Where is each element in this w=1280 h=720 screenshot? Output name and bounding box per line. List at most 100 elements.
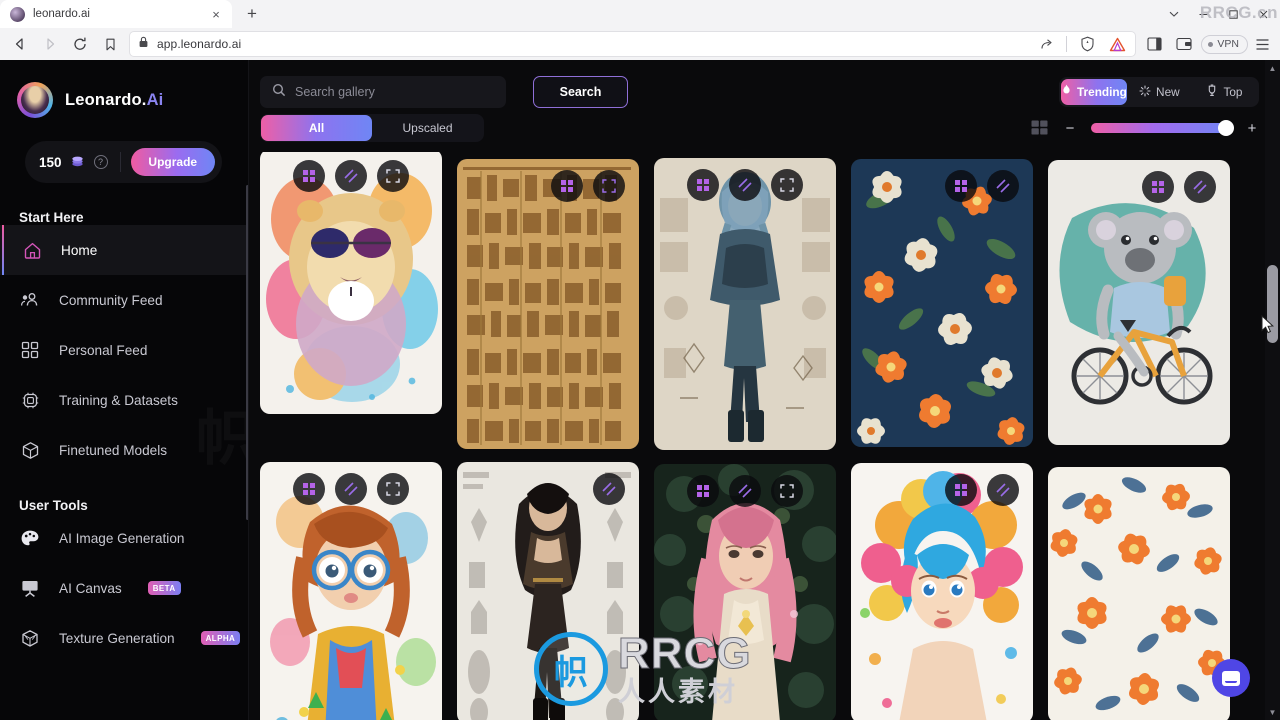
- address-bar-url: app.leonardo.ai: [157, 37, 242, 51]
- gallery-card-floral-pattern-light[interactable]: [1048, 467, 1230, 720]
- image-variations-icon[interactable]: [335, 473, 367, 505]
- flame-icon: [1061, 84, 1072, 100]
- coins-icon: [70, 154, 85, 170]
- brand-header[interactable]: Leonardo.Ai: [0, 60, 248, 118]
- zoom-slider[interactable]: [1091, 120, 1234, 136]
- easel-icon: [19, 577, 41, 599]
- trophy-icon: [1206, 84, 1218, 100]
- image-variations-icon[interactable]: [729, 169, 761, 201]
- sidebar-item-label: Community Feed: [59, 292, 163, 308]
- scroll-up-arrow-icon[interactable]: ▲: [1265, 60, 1280, 76]
- gallery-card-girl-glasses[interactable]: [260, 462, 442, 720]
- image-variations-icon[interactable]: [1184, 171, 1216, 203]
- brand-name: Leonardo.Ai: [65, 91, 163, 110]
- expand-fullscreen-icon[interactable]: [377, 160, 409, 192]
- lock-icon: [138, 35, 149, 53]
- expand-fullscreen-icon[interactable]: [771, 169, 803, 201]
- gallery-card-rainbow-hair-girl[interactable]: [851, 463, 1033, 720]
- intercom-chat-button[interactable]: [1212, 659, 1250, 697]
- remix-image-icon[interactable]: [1142, 171, 1174, 203]
- scroll-down-arrow-icon[interactable]: ▼: [1265, 704, 1280, 720]
- remix-image-icon[interactable]: [551, 170, 583, 202]
- brave-shields-icon[interactable]: [1077, 34, 1097, 54]
- hamburger-menu-icon[interactable]: [1250, 34, 1274, 54]
- card-image: [654, 158, 836, 450]
- remix-image-icon[interactable]: [293, 473, 325, 505]
- gallery-scroll-area[interactable]: [260, 152, 1260, 720]
- sidebar-item-finetuned-models[interactable]: Finetuned Models: [0, 425, 248, 475]
- page-scrollbar[interactable]: ▲ ▼: [1265, 60, 1280, 720]
- gallery-card-hieroglyphs[interactable]: [457, 159, 639, 449]
- search-button[interactable]: Search: [533, 76, 628, 108]
- gallery-card-lion[interactable]: [260, 152, 442, 414]
- sidebar-item-texture-generation[interactable]: Texture Generation ALPHA: [0, 613, 248, 663]
- sidebar-item-ai-canvas[interactable]: AI Canvas BETA: [0, 563, 248, 613]
- gallery-toolbar: Search gallery Search Trending New Top A…: [249, 60, 1280, 152]
- browser-tab-leonardo[interactable]: leonardo.ai ×: [0, 0, 232, 28]
- new-tab-button[interactable]: +: [238, 1, 266, 27]
- remix-image-icon[interactable]: [687, 475, 719, 507]
- gallery-card-blue-hair-warrior[interactable]: [654, 158, 836, 450]
- remix-image-icon[interactable]: [945, 474, 977, 506]
- remix-image-icon[interactable]: [293, 160, 325, 192]
- remix-image-icon[interactable]: [945, 170, 977, 202]
- tab-label: Trending: [1077, 85, 1127, 99]
- filter-tab-group: All Upscaled: [260, 114, 484, 142]
- sidebar-panel-icon[interactable]: [1141, 34, 1167, 54]
- address-bar[interactable]: app.leonardo.ai: [130, 32, 1136, 56]
- sidebar-item-ai-image-generation[interactable]: AI Image Generation: [0, 513, 248, 563]
- gallery-card-pink-hair-fairy[interactable]: [654, 464, 836, 720]
- sidebar-item-community-feed[interactable]: Community Feed: [0, 275, 248, 325]
- bookmark-icon[interactable]: [96, 31, 124, 57]
- brave-wallet-icon[interactable]: [1169, 34, 1199, 54]
- gallery-card-floral-pattern-dark[interactable]: [851, 159, 1033, 447]
- intercom-chat-icon: [1222, 670, 1240, 686]
- back-button[interactable]: [6, 31, 34, 57]
- share-icon[interactable]: [1036, 34, 1056, 54]
- tab-trending[interactable]: Trending: [1061, 79, 1127, 105]
- forward-button: [36, 31, 64, 57]
- credits-divider: [119, 152, 121, 172]
- image-variations-icon[interactable]: [593, 473, 625, 505]
- tab-upscaled[interactable]: Upscaled: [372, 115, 483, 141]
- tab-label: Top: [1223, 85, 1243, 99]
- tab-new[interactable]: New: [1127, 79, 1192, 105]
- vpn-toggle[interactable]: VPN: [1201, 34, 1248, 54]
- image-variations-icon[interactable]: [729, 475, 761, 507]
- image-variations-icon[interactable]: [335, 160, 367, 192]
- chevron-down-icon[interactable]: [1160, 0, 1188, 28]
- zoom-out-button[interactable]: −: [1063, 120, 1077, 137]
- expand-fullscreen-icon[interactable]: [593, 170, 625, 202]
- leo-ai-icon[interactable]: [1107, 34, 1127, 54]
- cube-icon: [19, 439, 41, 461]
- mouse-cursor: [1261, 314, 1274, 339]
- grid-layout-icon[interactable]: [1031, 120, 1049, 136]
- question-mark-icon[interactable]: ?: [93, 155, 108, 169]
- tab-top[interactable]: Top: [1192, 79, 1257, 105]
- gallery-card-dark-sorceress[interactable]: [457, 462, 639, 720]
- sidebar-item-home[interactable]: Home: [0, 225, 248, 275]
- zoom-slider-knob[interactable]: [1218, 120, 1234, 136]
- texture-cube-icon: [19, 627, 41, 649]
- image-variations-icon[interactable]: [987, 170, 1019, 202]
- sidebar-item-label: Home: [61, 242, 98, 258]
- tab-all[interactable]: All: [261, 115, 372, 141]
- card-action-bar: [260, 473, 442, 505]
- sidebar-item-training-datasets[interactable]: Training & Datasets: [0, 375, 248, 425]
- image-variations-icon[interactable]: [987, 474, 1019, 506]
- remix-image-icon[interactable]: [687, 169, 719, 201]
- expand-fullscreen-icon[interactable]: [377, 473, 409, 505]
- dataset-chip-icon: [19, 389, 41, 411]
- card-image: [1048, 467, 1230, 720]
- search-input[interactable]: Search gallery: [260, 76, 506, 108]
- sidebar-item-personal-feed[interactable]: Personal Feed: [0, 325, 248, 375]
- brand-name-text: Leonardo.: [65, 90, 147, 109]
- vpn-status-dot: [1208, 41, 1214, 47]
- upgrade-button[interactable]: Upgrade: [130, 148, 215, 176]
- close-icon[interactable]: ×: [208, 6, 224, 22]
- zoom-in-button[interactable]: +: [1245, 120, 1259, 137]
- expand-fullscreen-icon[interactable]: [771, 475, 803, 507]
- gallery-card-koala-bicycle[interactable]: [1048, 160, 1230, 445]
- reload-button[interactable]: [66, 31, 94, 57]
- browser-toolbar: app.leonardo.ai VPN: [0, 28, 1280, 60]
